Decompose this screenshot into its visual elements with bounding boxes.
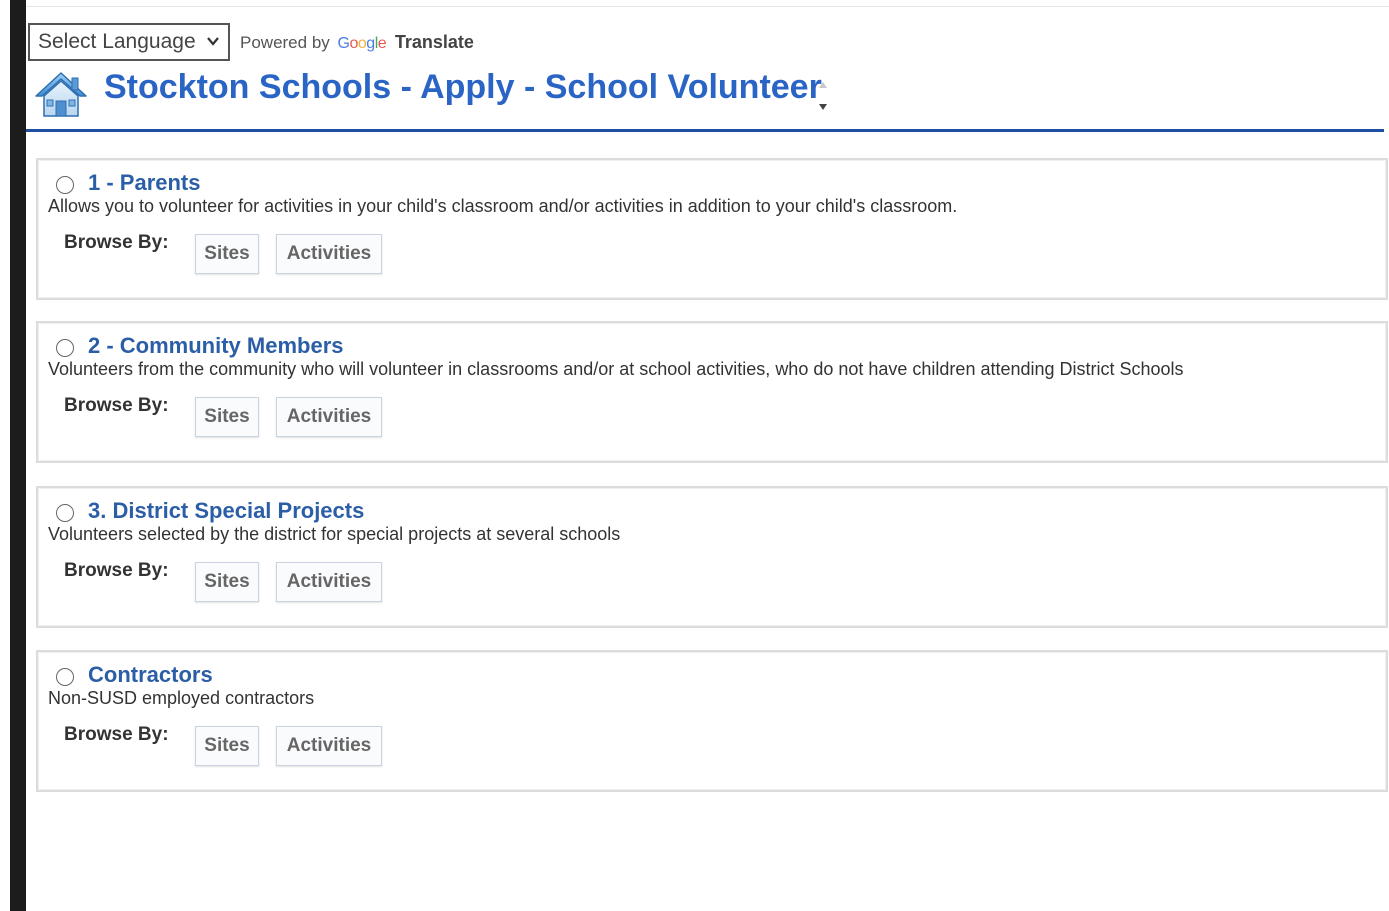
option-radio-community-members[interactable] — [56, 339, 74, 357]
option-card-community-members: 2 - Community Members Volunteers from th… — [36, 321, 1388, 463]
browse-activities-button[interactable]: Activities — [276, 397, 382, 437]
option-title[interactable]: 2 - Community Members — [88, 333, 344, 359]
option-description: Volunteers from the community who will v… — [48, 359, 1184, 379]
language-select-label: Select Language — [38, 30, 196, 53]
option-title[interactable]: 1 - Parents — [88, 170, 201, 196]
option-card-district-special-projects: 3. District Special Projects Volunteers … — [36, 486, 1388, 628]
browse-activities-button[interactable]: Activities — [276, 562, 382, 602]
scroll-arrows-icon[interactable] — [816, 76, 830, 116]
browse-by-label: Browse By: — [64, 395, 169, 416]
chevron-down-icon — [207, 37, 219, 46]
header-rule — [26, 129, 1384, 132]
browse-activities-button[interactable]: Activities — [276, 234, 382, 274]
option-title[interactable]: 3. District Special Projects — [88, 498, 364, 524]
page: Select Language Powered by Google Transl… — [26, 0, 1389, 911]
powered-by-text: Powered by — [240, 33, 330, 52]
language-select[interactable]: Select Language — [28, 23, 230, 61]
google-translate-attribution: Powered by Google Translate — [240, 32, 474, 53]
browse-sites-button[interactable]: Sites — [195, 234, 259, 274]
left-edge-bar — [10, 0, 26, 911]
browse-sites-button[interactable]: Sites — [195, 562, 259, 602]
browse-activities-button[interactable]: Activities — [276, 726, 382, 766]
browse-sites-button[interactable]: Sites — [195, 397, 259, 437]
option-radio-contractors[interactable] — [56, 668, 74, 686]
browse-by-label: Browse By: — [64, 724, 169, 745]
option-radio-district-special-projects[interactable] — [56, 504, 74, 522]
option-description: Non-SUSD employed contractors — [48, 688, 315, 708]
browse-by-label: Browse By: — [64, 232, 169, 253]
option-description: Volunteers selected by the district for … — [48, 524, 621, 544]
option-card-contractors: Contractors Non-SUSD employed contractor… — [36, 650, 1388, 792]
option-card-parents: 1 - Parents Allows you to volunteer for … — [36, 158, 1388, 300]
option-description: Allows you to volunteer for activities i… — [48, 196, 958, 216]
browse-sites-button[interactable]: Sites — [195, 726, 259, 766]
option-radio-parents[interactable] — [56, 176, 74, 194]
translate-label: Translate — [394, 32, 474, 52]
browse-by-label: Browse By: — [64, 560, 169, 581]
option-title[interactable]: Contractors — [88, 662, 213, 688]
page-title: Stockton Schools - Apply - School Volunt… — [104, 68, 822, 106]
google-logo[interactable]: Google — [338, 35, 387, 52]
home-icon[interactable] — [34, 70, 88, 120]
